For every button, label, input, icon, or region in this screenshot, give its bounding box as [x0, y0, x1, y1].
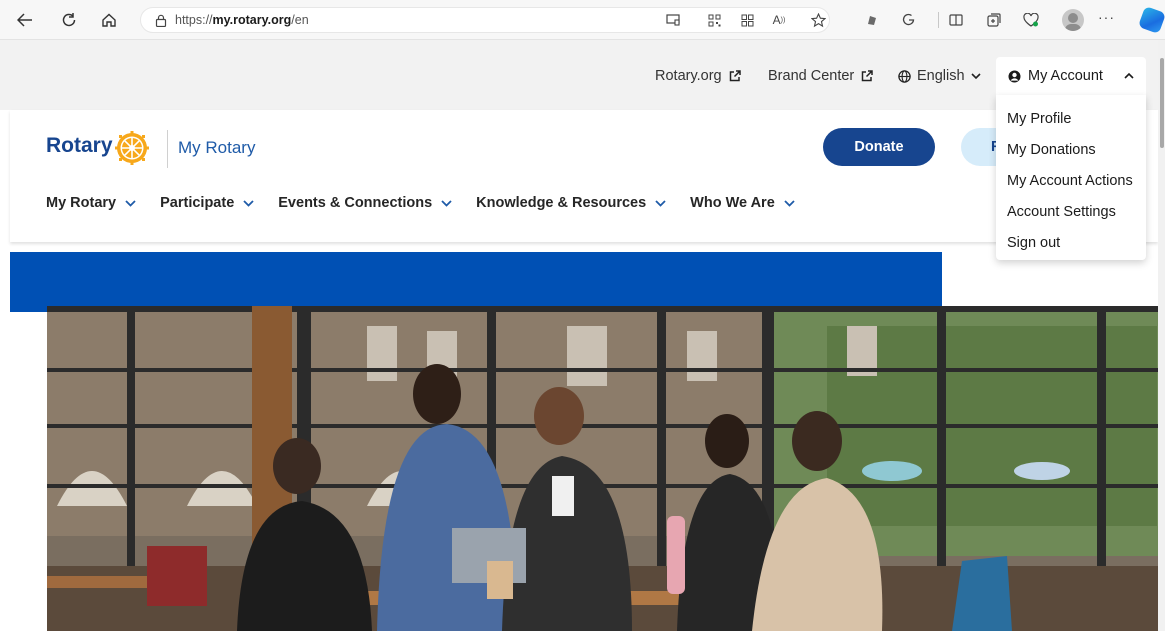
user-circle-icon: [1008, 70, 1021, 82]
chevron-down-icon: [784, 199, 795, 207]
menu-item-my-profile[interactable]: My Profile: [996, 103, 1146, 134]
menu-item-sign-out[interactable]: Sign out: [996, 227, 1146, 258]
globe-icon: [898, 69, 911, 83]
site-header: Rotary My Rotary Donate F My Rotary: [10, 110, 1158, 242]
main-navigation: My Rotary Participate Events & Connectio…: [46, 195, 819, 211]
nav-events-connections[interactable]: Events & Connections: [278, 195, 452, 211]
logo-divider: [167, 130, 168, 168]
my-account-button[interactable]: My Account: [996, 57, 1146, 95]
nav-participate[interactable]: Participate: [160, 195, 254, 211]
address-bar[interactable]: https://my.rotary.org/en: [140, 7, 830, 33]
nav-who-we-are[interactable]: Who We Are: [690, 195, 795, 211]
nav-knowledge-resources[interactable]: Knowledge & Resources: [476, 195, 666, 211]
chevron-down-icon: [655, 199, 666, 207]
chevron-down-icon: [125, 199, 136, 207]
read-aloud-icon[interactable]: A)): [769, 10, 789, 30]
nav-label: Events & Connections: [278, 195, 433, 211]
rotary-org-label: Rotary.org: [655, 68, 722, 84]
menu-item-my-donations[interactable]: My Donations: [996, 134, 1146, 165]
rotary-logo-text[interactable]: Rotary: [46, 134, 113, 158]
copilot-icon[interactable]: [1137, 5, 1165, 35]
hero-photo: [47, 306, 1158, 631]
qr-code-icon[interactable]: [704, 10, 724, 30]
my-account-label: My Account: [1028, 68, 1103, 84]
hero-photo-illustration: [47, 306, 1158, 631]
nav-label: Who We Are: [690, 195, 775, 211]
donate-button[interactable]: Donate: [823, 128, 935, 166]
scrollbar-thumb[interactable]: [1160, 58, 1164, 148]
nav-label: My Rotary: [46, 195, 117, 211]
browser-toolbar: https://my.rotary.org/en A)) ···: [0, 0, 1165, 40]
more-label: ···: [1098, 9, 1115, 25]
toolbar-divider: [938, 12, 939, 28]
external-link-icon: [729, 70, 741, 82]
read-aloud-label: A: [772, 13, 781, 27]
site-name-link[interactable]: My Rotary: [178, 138, 255, 158]
external-link-icon: [862, 70, 873, 82]
hero-blue-band: [10, 252, 942, 312]
split-screen-icon[interactable]: [946, 10, 966, 30]
language-selector[interactable]: English: [898, 68, 981, 84]
nav-my-rotary[interactable]: My Rotary: [46, 195, 136, 211]
menu-item-account-settings[interactable]: Account Settings: [996, 196, 1146, 227]
collections-icon[interactable]: [984, 10, 1004, 30]
utility-bar: Rotary.org Brand Center English: [0, 40, 1158, 110]
refresh-icon[interactable]: [58, 9, 80, 31]
brand-center-link[interactable]: Brand Center: [768, 68, 873, 84]
brand-center-label: Brand Center: [768, 68, 855, 84]
favorite-star-icon[interactable]: [808, 10, 828, 30]
nav-label: Knowledge & Resources: [476, 195, 647, 211]
browser-essentials-icon[interactable]: [898, 10, 918, 30]
performance-heart-icon[interactable]: [1021, 10, 1041, 30]
chevron-down-icon: [441, 199, 452, 207]
chevron-down-icon: [970, 72, 981, 79]
screen-cast-icon[interactable]: [663, 10, 683, 30]
url-text: https://my.rotary.org/en: [175, 13, 309, 27]
apps-icon[interactable]: [737, 10, 757, 30]
extension-icon[interactable]: [862, 10, 882, 30]
back-icon[interactable]: [14, 9, 36, 31]
account-dropdown-menu: My Profile My Donations My Account Actio…: [996, 95, 1146, 260]
rotary-org-link[interactable]: Rotary.org: [655, 68, 741, 84]
language-label: English: [917, 68, 965, 84]
profile-avatar[interactable]: [1062, 9, 1084, 31]
lock-icon[interactable]: [147, 14, 175, 27]
chevron-up-icon: [1124, 72, 1134, 79]
home-icon[interactable]: [98, 9, 120, 31]
chevron-down-icon: [243, 199, 254, 207]
menu-item-account-actions[interactable]: My Account Actions: [996, 165, 1146, 196]
nav-label: Participate: [160, 195, 235, 211]
rotary-wheel-logo-icon[interactable]: [114, 130, 150, 166]
more-options-icon[interactable]: ···: [1098, 9, 1115, 25]
